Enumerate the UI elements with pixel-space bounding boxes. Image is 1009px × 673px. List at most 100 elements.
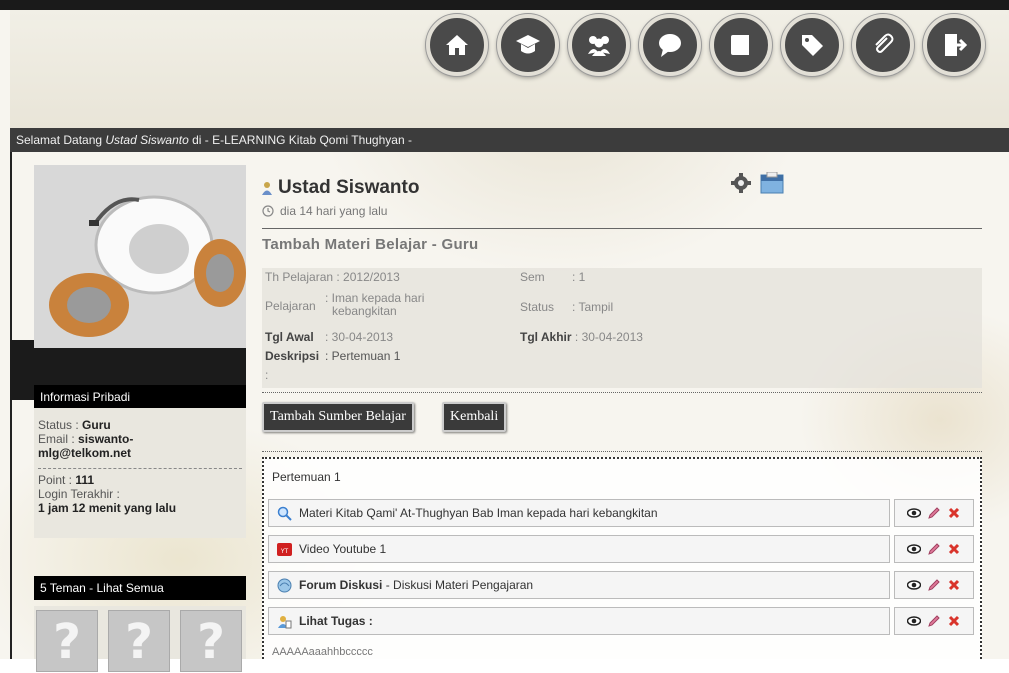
user-icon bbox=[262, 182, 272, 195]
list-item[interactable]: YT Video Youtube 1 bbox=[268, 535, 890, 563]
last-seen-text: dia 14 hari yang lalu bbox=[280, 204, 388, 218]
email-line: Email : siswanto- bbox=[38, 432, 242, 446]
chat-bubble-icon bbox=[659, 34, 681, 57]
friends-title[interactable]: 5 Teman - Lihat Semua bbox=[34, 576, 246, 600]
status-detail-label: Status bbox=[520, 300, 555, 314]
email-line-2: mlg@telkom.net bbox=[38, 446, 242, 460]
header-divider bbox=[262, 228, 982, 229]
pelajaran-value: : Iman kepada hari bbox=[325, 291, 425, 305]
item-title-bold: Forum Diskusi bbox=[299, 578, 383, 592]
sem-value: : 1 bbox=[572, 270, 586, 284]
sem-label: Sem bbox=[520, 270, 545, 284]
nav-book-button[interactable] bbox=[710, 14, 772, 76]
point-label: Point : bbox=[38, 473, 76, 487]
tambah-sumber-belajar-button[interactable]: Tambah Sumber Belajar bbox=[262, 402, 414, 432]
tag-icon bbox=[802, 35, 823, 56]
item-actions bbox=[894, 499, 974, 527]
tgl-akhir-value: : 30-04-2013 bbox=[574, 330, 643, 344]
delete-icon[interactable] bbox=[947, 578, 961, 592]
kembali-button[interactable]: Kembali bbox=[442, 402, 507, 432]
last-seen: dia 14 hari yang lalu bbox=[262, 204, 387, 218]
deskripsi-label: Deskripsi bbox=[265, 349, 320, 363]
detail-panel: Th Pelajaran : 2012/2013 Sem : 1 Pelajara… bbox=[262, 268, 982, 388]
clock-icon bbox=[262, 205, 274, 217]
friend-avatar[interactable]: ? bbox=[36, 610, 98, 672]
status-detail-value: : Tampil bbox=[572, 300, 614, 314]
nav-logout-button[interactable] bbox=[923, 14, 985, 76]
book-icon bbox=[731, 35, 749, 55]
tugas-description: AAAAAaaahhbccccc bbox=[272, 646, 373, 658]
tgl-akhir-label: Tgl Akhir bbox=[520, 330, 572, 344]
delete-icon[interactable] bbox=[947, 506, 961, 520]
home-icon bbox=[446, 35, 468, 55]
search-icon bbox=[277, 506, 292, 521]
info-divider bbox=[38, 468, 242, 469]
top-band bbox=[0, 0, 1009, 10]
welcome-suffix: di - E-LEARNING Kitab Qomi Thughyan - bbox=[188, 133, 412, 147]
view-icon[interactable] bbox=[907, 578, 921, 592]
svg-text:YT: YT bbox=[280, 548, 289, 555]
profile-name: Ustad Siswanto bbox=[262, 177, 419, 199]
buttons-divider bbox=[262, 451, 982, 452]
nav-users-button[interactable] bbox=[568, 14, 630, 76]
nav-attachment-button[interactable] bbox=[852, 14, 914, 76]
log-icon[interactable] bbox=[760, 172, 784, 194]
list-item[interactable]: Lihat Tugas : bbox=[268, 607, 890, 635]
paperclip-icon bbox=[875, 33, 894, 53]
personal-info-panel: Status : Guru Email : siswanto- mlg@telk… bbox=[34, 408, 246, 538]
delete-icon[interactable] bbox=[947, 614, 961, 628]
email-label: Email : bbox=[38, 432, 79, 446]
th-pelajaran-value: : 2012/2013 bbox=[336, 270, 400, 284]
detail-divider bbox=[262, 392, 982, 393]
view-icon[interactable] bbox=[907, 506, 921, 520]
login-value: 1 jam 12 menit yang lalu bbox=[38, 501, 177, 515]
status-label: Status : bbox=[38, 418, 83, 432]
point-value: 111 bbox=[75, 473, 95, 487]
personal-info-title: Informasi Pribadi bbox=[34, 385, 246, 409]
nav-tag-button[interactable] bbox=[781, 14, 843, 76]
item-actions bbox=[894, 607, 974, 635]
th-pelajaran-label: Th Pelajaran bbox=[265, 270, 334, 284]
section-title: Tambah Materi Belajar - Guru bbox=[262, 236, 479, 253]
nav-home-button[interactable] bbox=[426, 14, 488, 76]
status-line: Status : Guru bbox=[38, 418, 242, 432]
youtube-icon: YT bbox=[277, 543, 292, 556]
item-title: - Diskusi Materi Pengajaran bbox=[382, 578, 534, 592]
tgl-awal-label: Tgl Awal bbox=[265, 330, 314, 344]
friend-avatar[interactable]: ? bbox=[108, 610, 170, 672]
nav-graduate-button[interactable] bbox=[497, 14, 559, 76]
login-label: Login Terakhir : bbox=[38, 487, 120, 501]
email-value-1: siswanto- bbox=[78, 432, 134, 446]
assignment-icon bbox=[278, 616, 292, 629]
item-title: Materi Kitab Qami' At-Thughyan Bab Iman … bbox=[299, 506, 658, 520]
edit-icon[interactable] bbox=[927, 542, 941, 556]
item-actions bbox=[894, 571, 974, 599]
gear-icon[interactable] bbox=[730, 172, 752, 194]
pelajaran-label: Pelajaran bbox=[265, 299, 316, 313]
view-icon[interactable] bbox=[907, 542, 921, 556]
left-edge bbox=[10, 152, 12, 659]
welcome-prefix: Selamat Datang bbox=[16, 133, 106, 147]
welcome-bar: Selamat Datang Ustad Siswanto di - E-LEA… bbox=[10, 128, 1009, 152]
delete-icon[interactable] bbox=[947, 542, 961, 556]
nav-chat-button[interactable] bbox=[639, 14, 701, 76]
profile-name-text: Ustad Siswanto bbox=[278, 177, 420, 198]
forum-icon bbox=[277, 578, 292, 593]
item-actions bbox=[894, 535, 974, 563]
users-icon bbox=[588, 36, 610, 56]
edit-icon[interactable] bbox=[927, 506, 941, 520]
friend-avatar[interactable]: ? bbox=[180, 610, 242, 672]
list-item[interactable]: Forum Diskusi - Diskusi Materi Pengajara… bbox=[268, 571, 890, 599]
profile-photo bbox=[34, 165, 246, 348]
view-icon[interactable] bbox=[907, 614, 921, 628]
item-title: Video Youtube 1 bbox=[299, 542, 387, 556]
point-line: Point : 111 bbox=[38, 473, 242, 487]
status-value: Guru bbox=[82, 418, 111, 432]
pertemuan-heading: Pertemuan 1 bbox=[272, 470, 341, 484]
list-item[interactable]: Materi Kitab Qami' At-Thughyan Bab Iman … bbox=[268, 499, 890, 527]
edit-icon[interactable] bbox=[927, 578, 941, 592]
edit-icon[interactable] bbox=[927, 614, 941, 628]
deskripsi-value: : Pertemuan 1 bbox=[325, 349, 401, 363]
item-title-bold: Lihat Tugas : bbox=[299, 614, 373, 628]
welcome-user: Ustad Siswanto bbox=[105, 133, 189, 147]
